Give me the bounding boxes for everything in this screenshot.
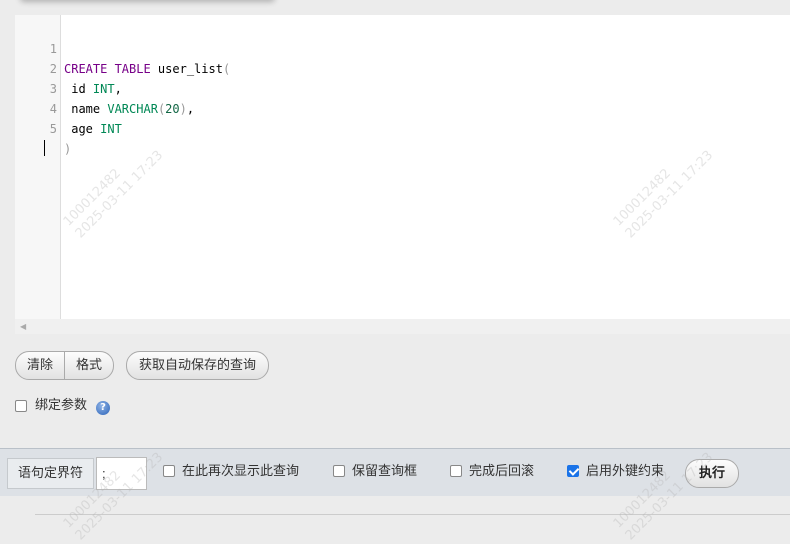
text-cursor [43, 140, 45, 156]
code-line: 5 ) [15, 99, 790, 156]
execute-button[interactable]: 执行 [685, 459, 740, 488]
rollback-label: 完成后回滚 [469, 464, 535, 479]
retain-query-box-label: 保留查询框 [352, 464, 418, 479]
bind-params-label: 绑定参数 [35, 398, 88, 413]
enable-foreign-key-checkbox[interactable] [567, 465, 579, 477]
show-query-again-label: 在此再次显示此查询 [182, 464, 300, 479]
format-button[interactable]: 格式 [64, 352, 113, 379]
horizontal-scrollbar[interactable]: ◀ [15, 319, 790, 334]
get-autosaved-query-button[interactable]: 获取自动保存的查询 [126, 351, 270, 380]
delimiter-input[interactable]: ; [96, 457, 147, 490]
code-line: 3 name VARCHAR(20), [15, 59, 790, 116]
sql-editor[interactable]: 1 CREATE TABLE user_list( 2 id INT, 3 na… [15, 15, 790, 319]
editor-button-group: 清除 格式 [15, 351, 115, 380]
bind-params-checkbox[interactable] [15, 400, 27, 412]
show-query-again-checkbox[interactable] [163, 465, 175, 477]
code-text: ) [64, 139, 71, 159]
code-line: 2 id INT, [15, 39, 790, 96]
scroll-left-arrow-icon[interactable]: ◀ [20, 322, 26, 332]
code-token: age [64, 122, 101, 136]
clear-button[interactable]: 清除 [16, 352, 64, 379]
code-token: INT [100, 122, 122, 136]
rollback-checkbox[interactable] [450, 465, 462, 477]
help-icon[interactable]: ? [96, 401, 110, 415]
code-line: 4 age INT [15, 79, 790, 136]
line-number: 5 [49, 122, 57, 136]
delimiter-label: 语句定界符 [7, 458, 95, 489]
code-text: age INT [64, 119, 122, 139]
query-options-bar: 语句定界符 ; 在此再次显示此查询 保留查询框 完成后回滚 启用外键约束 执行 [0, 448, 790, 496]
divider [35, 514, 790, 515]
code-token: ) [64, 142, 72, 156]
code-line: 1 CREATE TABLE user_list( [15, 19, 790, 76]
enable-foreign-key-label: 启用外键约束 [586, 464, 665, 479]
retain-query-box-checkbox[interactable] [333, 465, 345, 477]
